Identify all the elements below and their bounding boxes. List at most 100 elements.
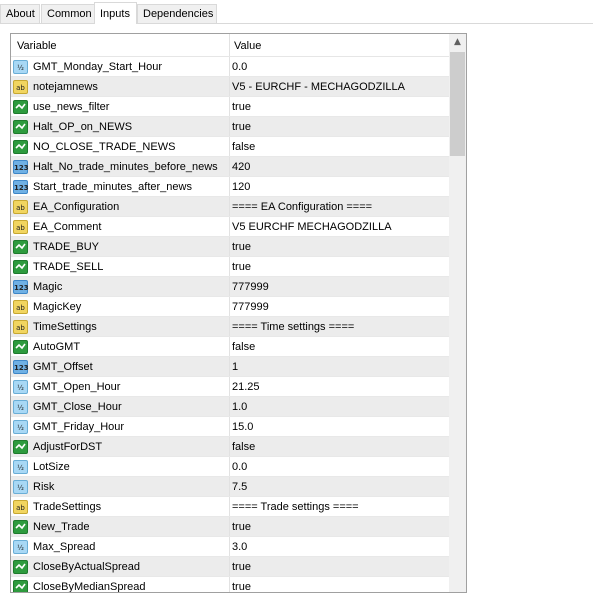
- column-divider: [229, 197, 230, 216]
- variable-name: GMT_Open_Hour: [33, 381, 121, 393]
- variable-value[interactable]: true: [232, 577, 251, 592]
- vertical-scrollbar[interactable]: ▲: [449, 34, 466, 592]
- variable-value[interactable]: true: [232, 557, 251, 577]
- table-row[interactable]: ½ GMT_Friday_Hour 15.0: [11, 417, 449, 437]
- double-type-icon: ½: [13, 380, 28, 394]
- variable-value[interactable]: 420: [232, 157, 250, 177]
- column-divider: [229, 77, 230, 96]
- string-type-icon: ab: [13, 320, 28, 334]
- column-divider: [229, 537, 230, 556]
- variable-value[interactable]: 15.0: [232, 417, 253, 437]
- string-type-icon: ab: [13, 200, 28, 214]
- column-divider: [229, 297, 230, 316]
- variable-name: MagicKey: [33, 301, 82, 313]
- variable-value[interactable]: 0.0: [232, 457, 247, 477]
- table-row[interactable]: NO_CLOSE_TRADE_NEWS false: [11, 137, 449, 157]
- column-divider: [229, 277, 230, 296]
- column-divider: [229, 57, 230, 76]
- table-row[interactable]: use_news_filter true: [11, 97, 449, 117]
- inputs-panel: Variable Value ½ GMT_Monday_Start_Hour 0.0…: [10, 33, 467, 593]
- variable-value[interactable]: ==== EA Configuration ====: [232, 197, 372, 217]
- table-row[interactable]: ab TradeSettings ==== Trade settings ====: [11, 497, 449, 517]
- variable-value[interactable]: 21.25: [232, 377, 260, 397]
- table-row[interactable]: 123 Magic 777999: [11, 277, 449, 297]
- variable-value[interactable]: 1.0: [232, 397, 247, 417]
- variable-value[interactable]: ==== Trade settings ====: [232, 497, 359, 517]
- variable-name: CloseByActualSpread: [33, 561, 141, 573]
- variable-value[interactable]: true: [232, 237, 251, 257]
- string-type-icon: ab: [13, 300, 28, 314]
- table-row[interactable]: AdjustForDST false: [11, 437, 449, 457]
- column-divider: [229, 517, 230, 536]
- variable-value[interactable]: 120: [232, 177, 250, 197]
- bool-type-icon: [13, 520, 28, 534]
- string-type-icon: ab: [13, 500, 28, 514]
- table-row[interactable]: Halt_OP_on_NEWS true: [11, 117, 449, 137]
- table-row[interactable]: ½ Risk 7.5: [11, 477, 449, 497]
- double-type-icon: ½: [13, 480, 28, 494]
- variable-value[interactable]: 0.0: [232, 57, 247, 77]
- tab-inputs[interactable]: Inputs: [94, 2, 137, 24]
- column-divider: [229, 477, 230, 496]
- table-row[interactable]: 123 Start_trade_minutes_after_news 120: [11, 177, 449, 197]
- column-divider: [229, 177, 230, 196]
- tab-dependencies[interactable]: Dependencies: [137, 4, 217, 23]
- variable-name: Risk: [33, 481, 55, 493]
- variable-value[interactable]: false: [232, 337, 255, 357]
- variable-name: CloseByMedianSpread: [33, 581, 146, 593]
- variable-name: use_news_filter: [33, 101, 110, 113]
- table-row[interactable]: 123 GMT_Offset 1: [11, 357, 449, 377]
- variable-name: GMT_Close_Hour: [33, 401, 122, 413]
- variable-value[interactable]: true: [232, 517, 251, 537]
- table-row[interactable]: ½ Max_Spread 3.0: [11, 537, 449, 557]
- table-row[interactable]: New_Trade true: [11, 517, 449, 537]
- variable-name: notejamnews: [33, 81, 98, 93]
- variable-name: GMT_Monday_Start_Hour: [33, 61, 162, 73]
- variable-name: EA_Configuration: [33, 201, 120, 213]
- variable-value[interactable]: 777999: [232, 277, 269, 297]
- table-row[interactable]: 123 Halt_No_trade_minutes_before_news 420: [11, 157, 449, 177]
- tab-common[interactable]: Common: [41, 4, 95, 23]
- table-row[interactable]: CloseByMedianSpread true: [11, 577, 449, 593]
- table-row[interactable]: ab EA_Configuration ==== EA Configuration …: [11, 197, 449, 217]
- column-divider: [229, 157, 230, 176]
- variable-value[interactable]: true: [232, 97, 251, 117]
- variable-value[interactable]: 7.5: [232, 477, 247, 497]
- variable-value[interactable]: V5 - EURCHF - MECHAGODZILLA: [232, 77, 405, 97]
- scroll-up-arrow-icon[interactable]: ▲: [449, 34, 466, 51]
- column-divider: [229, 97, 230, 116]
- table-row[interactable]: CloseByActualSpread true: [11, 557, 449, 577]
- variable-value[interactable]: 1: [232, 357, 238, 377]
- table-row[interactable]: TRADE_BUY true: [11, 237, 449, 257]
- variable-value[interactable]: true: [232, 257, 251, 277]
- column-divider[interactable]: [229, 34, 230, 56]
- grid-rows: ½ GMT_Monday_Start_Hour 0.0 ab notejamnews V5…: [11, 57, 449, 593]
- variable-name: NO_CLOSE_TRADE_NEWS: [33, 141, 176, 153]
- bool-type-icon: [13, 120, 28, 134]
- tab-about[interactable]: About: [0, 4, 40, 23]
- table-row[interactable]: ab MagicKey 777999: [11, 297, 449, 317]
- variable-value[interactable]: true: [232, 117, 251, 137]
- table-row[interactable]: ab TimeSettings ==== Time settings ====: [11, 317, 449, 337]
- table-row[interactable]: ab EA_Comment V5 EURCHF MECHAGODZILLA: [11, 217, 449, 237]
- variable-name: GMT_Offset: [33, 361, 93, 373]
- table-row[interactable]: ½ GMT_Close_Hour 1.0: [11, 397, 449, 417]
- table-row[interactable]: ½ LotSize 0.0: [11, 457, 449, 477]
- variable-value[interactable]: ==== Time settings ====: [232, 317, 354, 337]
- table-row[interactable]: AutoGMT false: [11, 337, 449, 357]
- column-header-value[interactable]: Value: [234, 34, 261, 58]
- table-row[interactable]: ½ GMT_Open_Hour 21.25: [11, 377, 449, 397]
- column-header-variable[interactable]: Variable: [17, 34, 57, 58]
- variable-name: Magic: [33, 281, 63, 293]
- variable-value[interactable]: V5 EURCHF MECHAGODZILLA: [232, 217, 392, 237]
- variable-value[interactable]: false: [232, 437, 255, 457]
- variable-value[interactable]: false: [232, 137, 255, 157]
- variable-value[interactable]: 3.0: [232, 537, 247, 557]
- table-row[interactable]: ab notejamnews V5 - EURCHF - MECHAGODZILLA: [11, 77, 449, 97]
- table-row[interactable]: TRADE_SELL true: [11, 257, 449, 277]
- table-row[interactable]: ½ GMT_Monday_Start_Hour 0.0: [11, 57, 449, 77]
- bool-type-icon: [13, 100, 28, 114]
- variable-value[interactable]: 777999: [232, 297, 269, 317]
- scrollbar-thumb[interactable]: [450, 52, 465, 156]
- bool-type-icon: [13, 140, 28, 154]
